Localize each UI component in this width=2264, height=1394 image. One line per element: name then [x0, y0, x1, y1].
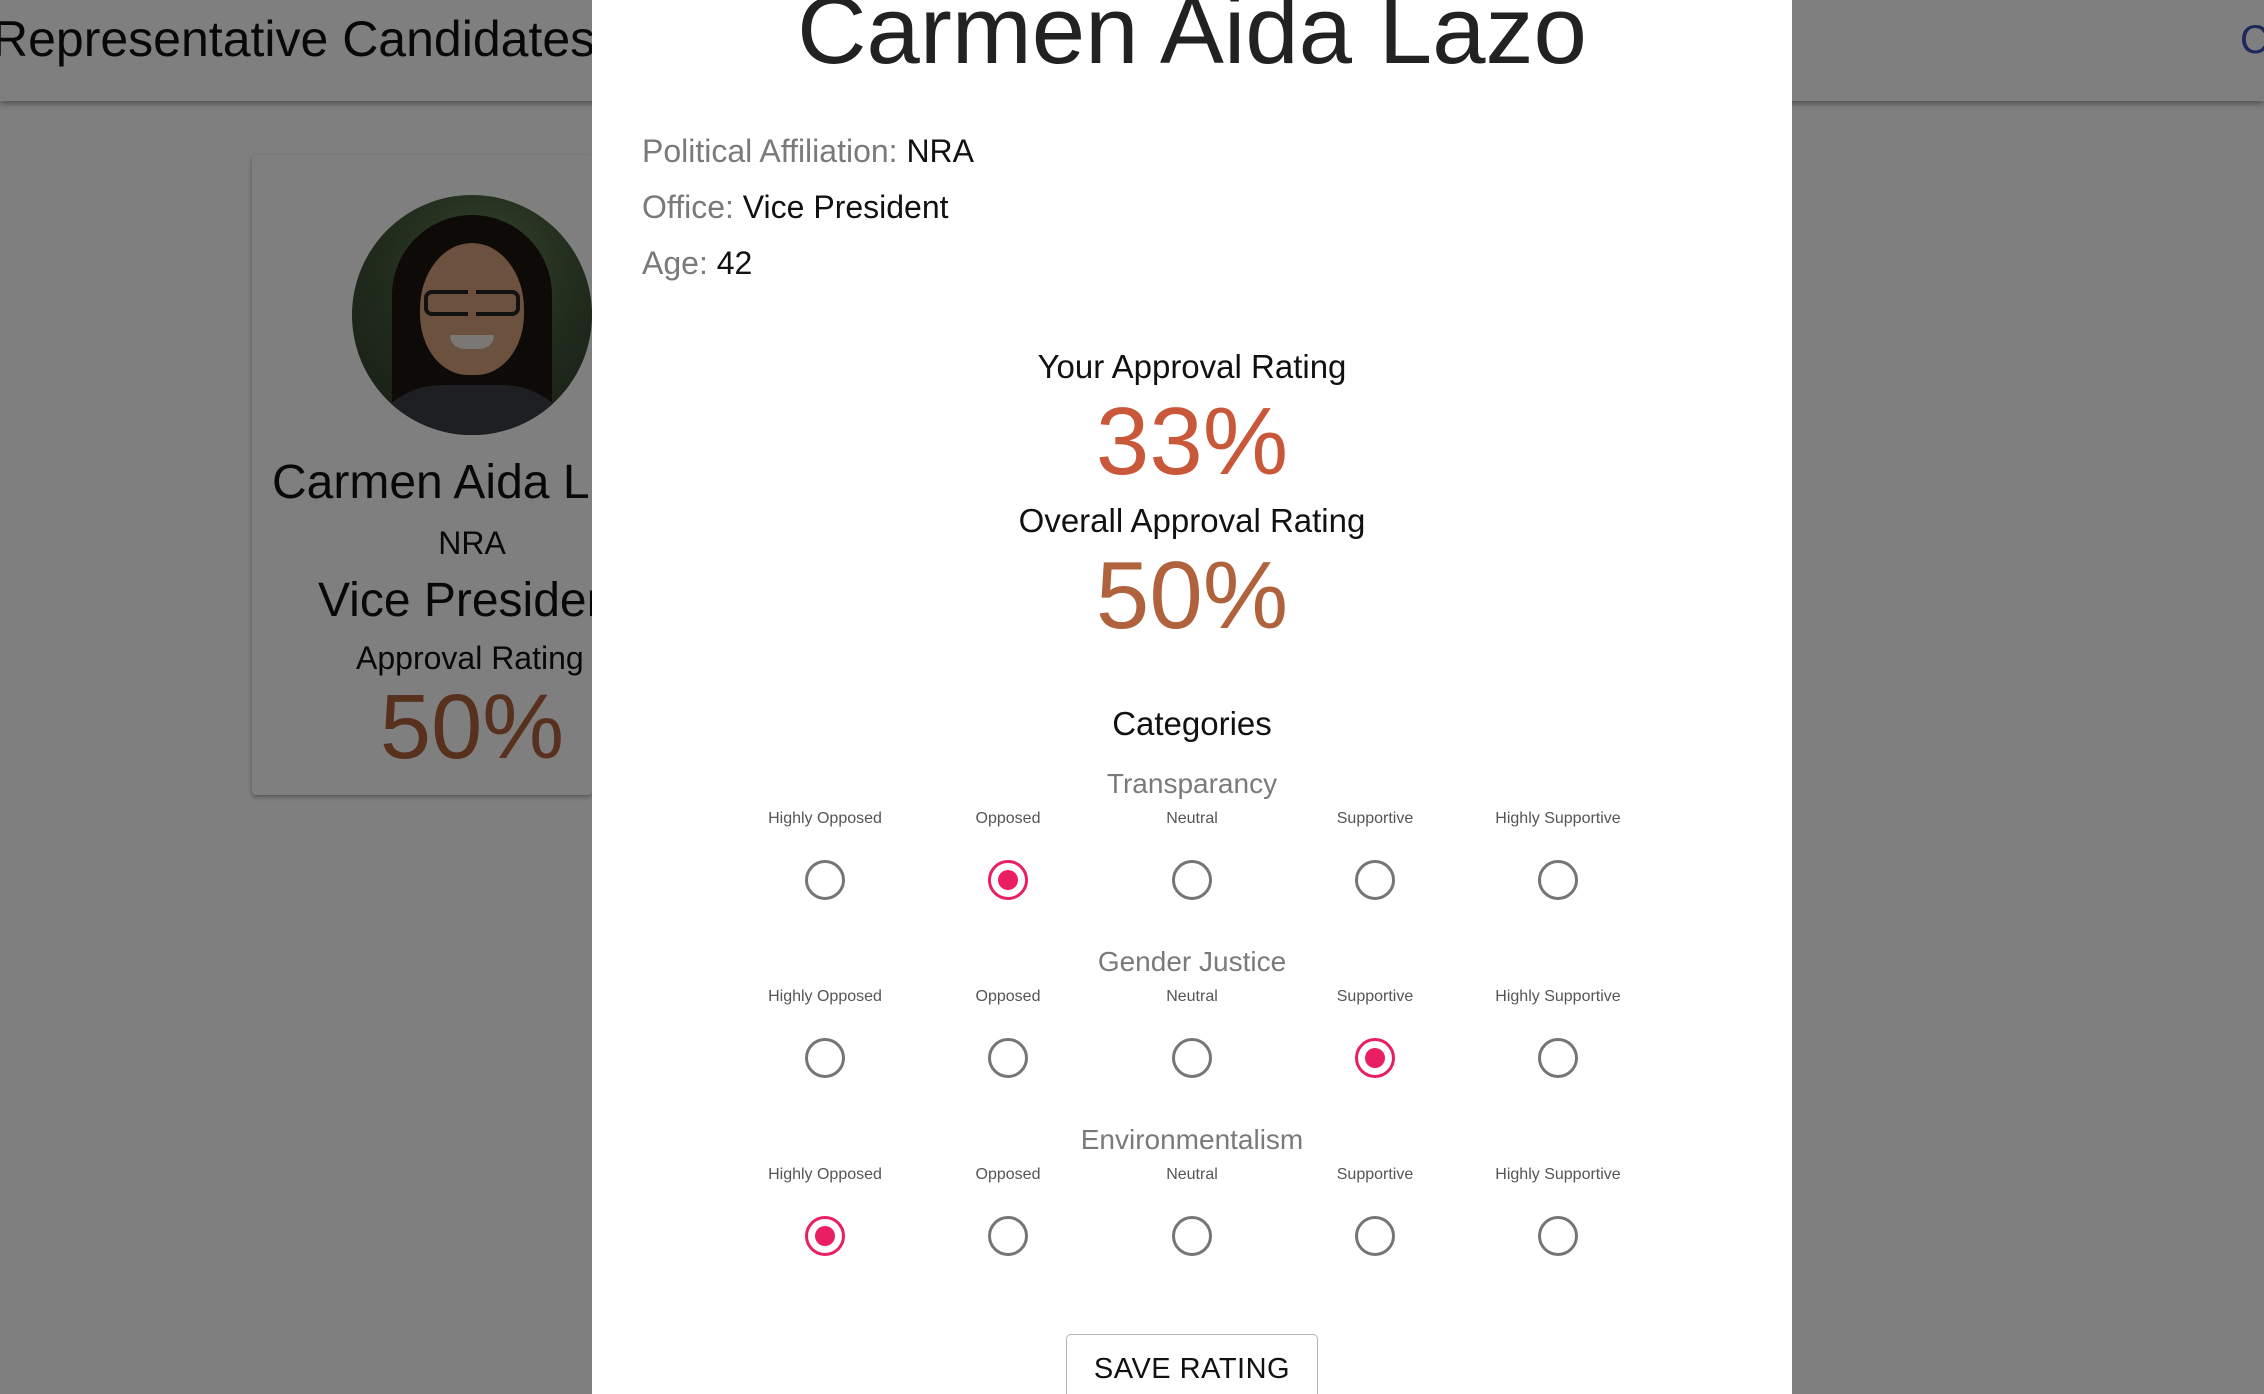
- candidate-detail-modal: Carmen Aida Lazo Political Affiliation: …: [592, 0, 1792, 1394]
- radio-checked-icon[interactable]: [988, 860, 1028, 900]
- rating-option-label: Opposed: [975, 810, 1041, 827]
- save-rating-button[interactable]: SAVE RATING: [1066, 1334, 1318, 1394]
- your-approval-label: Your Approval Rating: [1037, 348, 1347, 385]
- rating-option[interactable]: Highly Supportive: [1458, 1166, 1658, 1256]
- categories-heading: Categories: [1112, 705, 1272, 742]
- office-row: Office: Vice President: [642, 189, 949, 226]
- rating-option-label: Highly Opposed: [768, 1166, 882, 1183]
- radio-unchecked-icon[interactable]: [1538, 1216, 1578, 1256]
- radio-unchecked-icon[interactable]: [1172, 860, 1212, 900]
- radio-unchecked-icon[interactable]: [1172, 1038, 1212, 1078]
- rating-option-label: Highly Supportive: [1495, 810, 1621, 827]
- radio-unchecked-icon[interactable]: [1172, 1216, 1212, 1256]
- category-name: Gender Justice: [1097, 946, 1287, 977]
- rating-option-label: Neutral: [1166, 810, 1218, 827]
- rating-option[interactable]: Neutral: [1092, 988, 1292, 1078]
- radio-unchecked-icon[interactable]: [988, 1038, 1028, 1078]
- radio-unchecked-icon[interactable]: [1538, 860, 1578, 900]
- rating-option-label: Supportive: [1336, 988, 1414, 1005]
- rating-option[interactable]: Highly Opposed: [725, 810, 925, 900]
- radio-checked-icon[interactable]: [1355, 1038, 1395, 1078]
- rating-option[interactable]: Highly Opposed: [725, 988, 925, 1078]
- age-label: Age:: [642, 245, 708, 281]
- radio-unchecked-icon[interactable]: [805, 1038, 845, 1078]
- rating-option[interactable]: Neutral: [1092, 810, 1292, 900]
- rating-option[interactable]: Opposed: [908, 1166, 1108, 1256]
- rating-option-label: Neutral: [1166, 988, 1218, 1005]
- rating-option[interactable]: Opposed: [908, 810, 1108, 900]
- rating-option-label: Highly Opposed: [768, 988, 882, 1005]
- radio-unchecked-icon[interactable]: [1355, 860, 1395, 900]
- category-name: Environmentalism: [1080, 1124, 1304, 1155]
- radio-unchecked-icon[interactable]: [988, 1216, 1028, 1256]
- overall-approval-value: 50%: [1095, 542, 1289, 649]
- rating-option-label: Highly Supportive: [1495, 988, 1621, 1005]
- rating-option-label: Supportive: [1336, 1166, 1414, 1183]
- rating-option[interactable]: Supportive: [1275, 810, 1475, 900]
- office-label: Office:: [642, 189, 734, 225]
- affiliation-row: Political Affiliation: NRA: [642, 133, 974, 170]
- office-value: Vice President: [742, 189, 949, 225]
- rating-option[interactable]: Supportive: [1275, 1166, 1475, 1256]
- radio-unchecked-icon[interactable]: [1355, 1216, 1395, 1256]
- radio-checked-icon[interactable]: [805, 1216, 845, 1256]
- rating-option-label: Neutral: [1166, 1166, 1218, 1183]
- rating-option-label: Opposed: [975, 1166, 1041, 1183]
- age-row: Age: 42: [642, 245, 752, 282]
- age-value: 42: [716, 245, 753, 281]
- rating-option[interactable]: Highly Supportive: [1458, 810, 1658, 900]
- modal-title: Carmen Aida Lazo: [797, 0, 1587, 84]
- category-name: Transparancy: [1106, 768, 1278, 799]
- rating-option[interactable]: Neutral: [1092, 1166, 1292, 1256]
- affiliation-value: NRA: [906, 133, 974, 169]
- rating-option[interactable]: Opposed: [908, 988, 1108, 1078]
- rating-option-label: Highly Supportive: [1495, 1166, 1621, 1183]
- rating-option[interactable]: Highly Opposed: [725, 1166, 925, 1256]
- overall-approval-label: Overall Approval Rating: [1018, 502, 1366, 539]
- rating-option-label: Supportive: [1336, 810, 1414, 827]
- rating-option[interactable]: Supportive: [1275, 988, 1475, 1078]
- radio-unchecked-icon[interactable]: [1538, 1038, 1578, 1078]
- rating-option-label: Opposed: [975, 988, 1041, 1005]
- affiliation-label: Political Affiliation:: [642, 133, 898, 169]
- radio-unchecked-icon[interactable]: [805, 860, 845, 900]
- rating-option[interactable]: Highly Supportive: [1458, 988, 1658, 1078]
- rating-option-label: Highly Opposed: [768, 810, 882, 827]
- your-approval-value: 33%: [1095, 388, 1289, 495]
